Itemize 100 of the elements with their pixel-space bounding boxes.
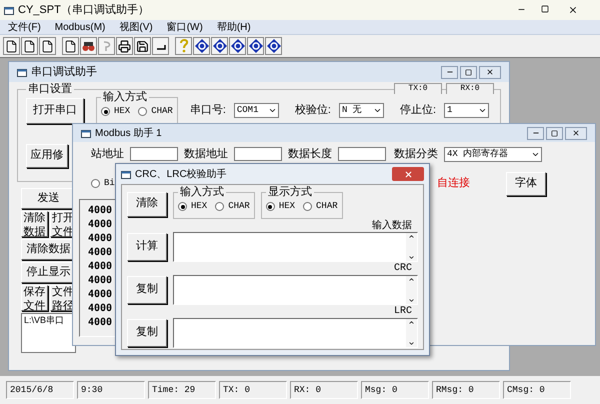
category-dropdown[interactable]: 4X 内部寄存器 (444, 146, 542, 162)
data-line: 4000 (88, 302, 112, 316)
document-icon[interactable] (21, 37, 38, 55)
menu-item[interactable]: Modbus(M) (54, 20, 106, 34)
close-button[interactable] (479, 66, 501, 78)
scrollbar[interactable] (406, 318, 417, 346)
maximize-icon (551, 130, 558, 136)
diamond-arrow-icon[interactable] (265, 37, 282, 55)
scrollbar[interactable] (406, 276, 417, 304)
font-button[interactable]: 字体 (506, 172, 546, 196)
text-area[interactable] (173, 274, 418, 304)
radio-button[interactable]: HEX (101, 105, 130, 118)
input-field[interactable] (338, 147, 386, 162)
maximize-button[interactable] (460, 66, 477, 78)
group-title: 显示方式 (266, 187, 313, 198)
window-icon (17, 68, 27, 76)
window-title: CY_SPT（串口调试助手） (18, 2, 149, 18)
radio-button[interactable]: HEX (178, 200, 208, 214)
group-title: 输入方式 (102, 92, 148, 103)
data-line: 4000 (88, 260, 112, 274)
data-line: 4000 (88, 274, 112, 288)
menu-item[interactable]: 窗口(W) (166, 20, 203, 34)
menu-item[interactable]: 文件(F) (8, 20, 41, 34)
radio-button[interactable]: CHAR (138, 105, 173, 118)
diamond-arrow-icon[interactable] (247, 37, 264, 55)
status-panel: 2015/6/8 (6, 381, 74, 399)
menu-item[interactable]: 视图(V) (119, 20, 153, 34)
dropdown[interactable]: 1 (444, 102, 489, 118)
action-button[interactable]: 计算 (127, 232, 167, 260)
minimize-button[interactable] (527, 126, 544, 140)
status-panel: RX: 0 (290, 381, 358, 399)
status-panel: 9:30 (77, 381, 145, 399)
field-label: 数据地址 (184, 147, 228, 162)
window-icon (4, 6, 14, 14)
radio-button[interactable]: HEX (266, 200, 296, 214)
field-label: 串口号: (190, 103, 226, 118)
scroll-up-icon[interactable] (408, 318, 415, 326)
data-line: 4000 (88, 232, 112, 246)
close-icon (404, 170, 412, 178)
action-button[interactable]: 保存文件 (21, 285, 48, 311)
action-button[interactable]: 复制 (127, 318, 167, 346)
radio-button[interactable]: CHAR (215, 200, 250, 214)
group-title: 串口设置 (27, 84, 73, 95)
diamond-arrow-icon[interactable] (193, 37, 210, 55)
scroll-up-icon[interactable] (408, 232, 415, 240)
open-port-button[interactable]: 打开串口 (26, 98, 84, 124)
window-icon (81, 128, 91, 138)
input-field[interactable] (130, 147, 178, 162)
window-icon (121, 170, 131, 178)
data-line: 4000 (88, 246, 112, 260)
section-label: LRC (394, 304, 413, 318)
binoculars-icon[interactable] (80, 37, 97, 55)
text-area[interactable] (173, 232, 418, 262)
printer-icon[interactable] (116, 37, 133, 55)
close-icon (572, 129, 580, 137)
text-area[interactable] (173, 318, 418, 348)
maximize-button[interactable] (546, 126, 563, 140)
close-icon[interactable] (568, 5, 578, 15)
scroll-up-icon[interactable] (408, 276, 415, 282)
section-label: CRC (394, 262, 413, 274)
document-icon[interactable] (3, 37, 20, 55)
clear-button[interactable]: 清除 (127, 192, 167, 216)
input-field[interactable] (234, 147, 282, 162)
window-title: 串口调试助手 (31, 64, 97, 80)
window-title: CRC、LRC校验助手 (135, 168, 227, 182)
document-icon[interactable] (62, 37, 79, 55)
status-panel: RMsg: 0 (432, 381, 500, 399)
section-label: 输入数据 (372, 218, 413, 232)
group-title: 输入方式 (179, 187, 225, 198)
field-label: 数据分类 (394, 147, 438, 162)
path-field[interactable]: L:\VB串口 (21, 313, 76, 353)
menu-item[interactable]: 帮助(H) (216, 20, 251, 34)
field-label: 停止位: (400, 103, 436, 118)
maximize-icon (465, 68, 472, 76)
scrollbar[interactable] (406, 232, 417, 260)
scroll-down-icon[interactable] (408, 254, 415, 260)
radio-button[interactable]: Bi (91, 176, 115, 190)
field-label: 站地址 (91, 147, 124, 162)
scroll-down-icon[interactable] (408, 296, 415, 304)
field-label: 校验位: (294, 103, 331, 118)
minimize-button[interactable] (441, 66, 458, 78)
scroll-down-icon[interactable] (408, 340, 415, 346)
data-line: 4000 (88, 316, 112, 330)
action-button[interactable]: 复制 (127, 276, 167, 304)
connection-status: 自连接 (436, 176, 470, 192)
dropdown[interactable]: N 无 (338, 102, 384, 118)
data-line: 4000 (88, 288, 112, 302)
dropdown[interactable]: COM1 (234, 102, 279, 118)
status-panel: Msg: 0 (361, 381, 429, 399)
radio-button[interactable]: CHAR (303, 200, 338, 214)
save-icon[interactable] (134, 37, 151, 55)
apply-button[interactable]: 应用修 (26, 144, 68, 168)
close-icon (486, 68, 494, 76)
maximize-icon[interactable] (541, 5, 549, 13)
action-button[interactable]: 清除数据 (21, 211, 48, 237)
diamond-arrow-icon[interactable] (229, 37, 246, 55)
data-line: 4000 (88, 218, 112, 232)
document-icon[interactable] (39, 37, 56, 55)
close-button[interactable] (392, 167, 424, 181)
diamond-arrow-icon[interactable] (211, 37, 228, 55)
